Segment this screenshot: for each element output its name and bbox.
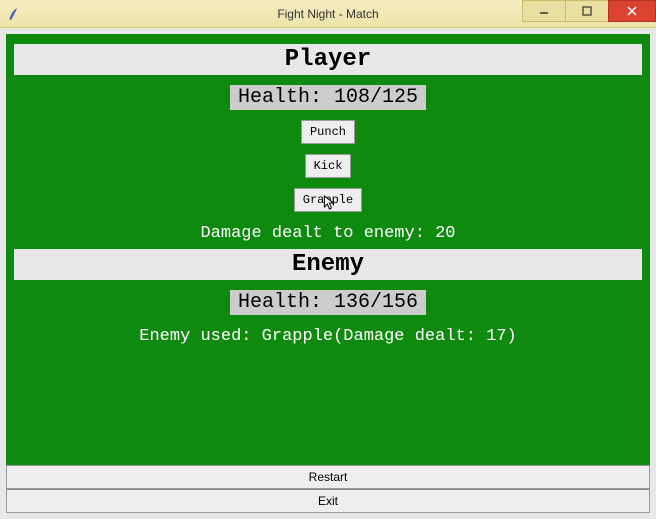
grapple-button-label: Grapple bbox=[303, 193, 353, 207]
close-button[interactable] bbox=[608, 0, 656, 22]
restart-button[interactable]: Restart bbox=[6, 465, 650, 489]
app-canvas: Player Health: 108/125 Punch Kick Grappl… bbox=[0, 28, 656, 519]
enemy-action-status: Enemy used: Grapple(Damage dealt: 17) bbox=[139, 327, 516, 346]
maximize-icon bbox=[582, 6, 592, 16]
grapple-button[interactable]: Grapple bbox=[294, 188, 362, 212]
player-header: Player bbox=[14, 44, 642, 75]
footer-buttons: Restart Exit bbox=[6, 465, 650, 513]
enemy-health: Health: 136/156 bbox=[230, 290, 426, 315]
enemy-header: Enemy bbox=[14, 249, 642, 280]
window-controls bbox=[523, 0, 656, 27]
close-icon bbox=[627, 6, 637, 16]
window-titlebar: Fight Night - Match bbox=[0, 0, 656, 28]
punch-button[interactable]: Punch bbox=[301, 120, 355, 144]
minimize-icon bbox=[539, 6, 549, 16]
minimize-button[interactable] bbox=[522, 0, 566, 22]
app-icon bbox=[6, 6, 22, 22]
player-damage-status: Damage dealt to enemy: 20 bbox=[200, 224, 455, 243]
exit-button[interactable]: Exit bbox=[6, 489, 650, 513]
game-area: Player Health: 108/125 Punch Kick Grappl… bbox=[6, 34, 650, 465]
player-health: Health: 108/125 bbox=[230, 85, 426, 110]
kick-button[interactable]: Kick bbox=[305, 154, 352, 178]
maximize-button[interactable] bbox=[565, 0, 609, 22]
